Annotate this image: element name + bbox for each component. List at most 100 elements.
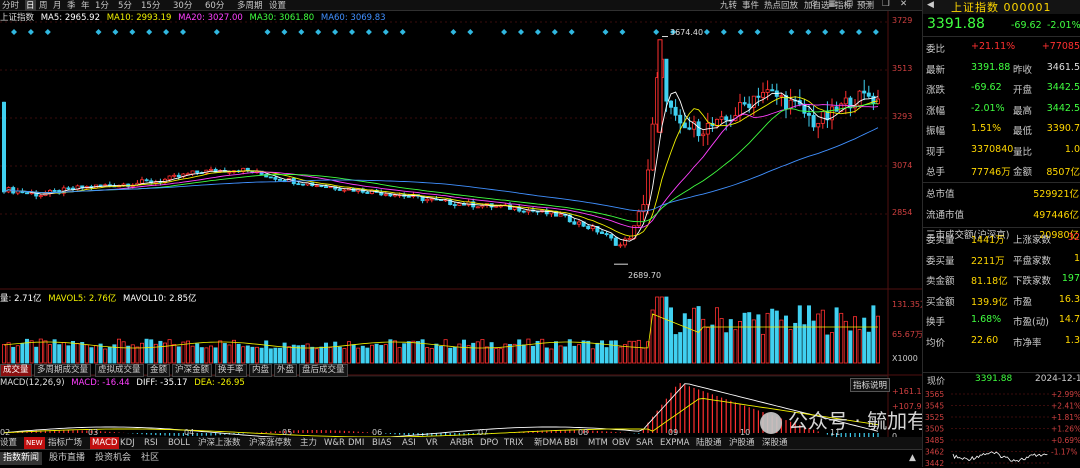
period-tab-5[interactable]: 年 xyxy=(81,0,90,11)
close-icon[interactable]: ✕ xyxy=(900,0,907,9)
volume-bar xyxy=(397,347,402,364)
period-tab-6[interactable]: 1分 xyxy=(95,0,109,11)
panel-nav-left-icon[interactable]: ◀ xyxy=(927,0,934,10)
quote-value: 1441万 xyxy=(971,235,1005,246)
volume-bar xyxy=(604,347,609,364)
macd-axis-161: +161.1 xyxy=(892,387,922,396)
indicator-tab-20[interactable]: MTM xyxy=(588,437,608,449)
volume-bar xyxy=(719,318,724,364)
bottom-tab-2[interactable]: 投资机会 xyxy=(92,452,134,465)
bottom-tab-1[interactable]: 股市直播 xyxy=(46,452,88,465)
volume-tabs: 成交量 多周期成交量 虚拟成交量 金额 沪深金额 换手率 内盘 外盘 盘后成交量 xyxy=(0,364,348,377)
volume-tab-5[interactable]: 换手率 xyxy=(215,364,247,377)
volume-bar xyxy=(360,345,365,364)
indicator-tab-25[interactable]: 沪股通 xyxy=(729,437,755,449)
grid-icon[interactable]: ▦ xyxy=(828,0,836,9)
period-tab-0[interactable]: 分时 xyxy=(2,0,19,11)
period-tab-9[interactable]: 30分 xyxy=(173,0,192,11)
layout-icon[interactable]: ⊡ xyxy=(846,0,853,9)
indicator-tab-12[interactable]: BIAS xyxy=(372,437,392,449)
indicator-tab-1[interactable]: NEW xyxy=(24,437,45,449)
volume-bar xyxy=(374,343,379,364)
indicator-tab-2[interactable]: 指标广场 xyxy=(48,437,82,449)
signal-diamond xyxy=(112,29,119,35)
quote-value-2: +77085 xyxy=(1041,41,1080,52)
toolbar-right-2[interactable]: 热点回放 xyxy=(764,0,798,11)
volume-bar xyxy=(554,341,559,364)
indicator-tab-17[interactable]: TRIX xyxy=(504,437,523,449)
quote-value: 3370840 xyxy=(971,143,1014,155)
indicator-tab-16[interactable]: DPO xyxy=(480,437,498,449)
indicator-tab-24[interactable]: 陆股通 xyxy=(696,437,722,449)
volume-bar xyxy=(544,347,549,364)
indicator-tab-11[interactable]: DMI xyxy=(348,437,364,449)
collapse-arrow-icon[interactable]: ▲ xyxy=(906,452,919,465)
period-tab-11[interactable]: 多周期 xyxy=(237,0,263,11)
mavol5-label: MAVOL5: 2.76亿 xyxy=(48,294,117,304)
volume-bar xyxy=(623,344,628,364)
bottom-tab-0[interactable]: 指数新闻 xyxy=(0,452,43,465)
indicator-tab-14[interactable]: VR xyxy=(426,437,438,449)
period-tab-1[interactable]: 日 xyxy=(25,0,36,11)
indicator-tab-15[interactable]: ARBR xyxy=(450,437,473,449)
indicator-tab-21[interactable]: OBV xyxy=(612,437,630,449)
period-tab-10[interactable]: 60分 xyxy=(205,0,224,11)
indicator-tab-8[interactable]: 沪深涨停数 xyxy=(249,437,292,449)
volume-bar xyxy=(494,348,499,364)
volume-tab-4[interactable]: 沪深金额 xyxy=(172,364,213,377)
volume-bar xyxy=(379,345,384,364)
volume-tab-6[interactable]: 内盘 xyxy=(249,364,273,377)
quote-label-2: 最高 xyxy=(1013,105,1033,117)
bottom-tab-3[interactable]: 社区 xyxy=(138,452,162,465)
volume-bar xyxy=(388,339,393,364)
toolbar-right-1[interactable]: 事件 xyxy=(742,0,759,11)
period-tab-4[interactable]: 季 xyxy=(67,0,76,11)
indicator-tab-4[interactable]: KDJ xyxy=(120,437,135,449)
mini-intraday-chart[interactable]: 3565 3545 3525 3505 3485 3462 3442 +2.99% +2.41%… xyxy=(923,388,1080,467)
indicator-tab-5[interactable]: RSI xyxy=(144,437,158,449)
indicator-tab-22[interactable]: SAR xyxy=(636,437,653,449)
indicator-tab-19[interactable]: BBI xyxy=(564,437,578,449)
volume-tab-8[interactable]: 盘后成交量 xyxy=(299,364,348,377)
volume-bar xyxy=(581,340,586,364)
indicator-tab-18[interactable]: 新DMA xyxy=(534,437,562,449)
volume-bar xyxy=(411,340,416,364)
volume-bar xyxy=(296,345,301,364)
indicator-tab-7[interactable]: 沪深上涨数 xyxy=(198,437,241,449)
mini-price-line xyxy=(952,451,1048,463)
indicator-tab-26[interactable]: 深股通 xyxy=(762,437,788,449)
indicator-tab-13[interactable]: ASI xyxy=(402,437,416,449)
ma30-label: MA30: 3061.80 xyxy=(249,13,315,23)
indicator-help-button[interactable]: 指标说明 xyxy=(850,378,891,392)
signal-diamond xyxy=(501,29,508,35)
period-tab-12[interactable]: 设置 xyxy=(269,0,286,11)
signal-diamond xyxy=(839,29,846,35)
watermark: 公众号 · 毓加有为 xyxy=(760,405,947,434)
candle xyxy=(646,169,651,205)
period-tab-3[interactable]: 月 xyxy=(53,0,62,11)
volume-tab-3[interactable]: 金额 xyxy=(147,364,171,377)
period-tab-8[interactable]: 15分 xyxy=(141,0,160,11)
quote-value-2: 8507亿 xyxy=(1046,167,1080,178)
candle xyxy=(696,121,701,137)
indicator-tab-0[interactable]: 设置 xyxy=(0,437,17,449)
indicator-tab-6[interactable]: BOLL xyxy=(168,437,190,449)
bottom-tabs: 指数新闻 股市直播 投资机会 社区 ▲ xyxy=(0,449,922,468)
candle xyxy=(273,177,278,180)
indicator-tab-23[interactable]: EXPMA xyxy=(660,437,689,449)
volume-tab-0[interactable]: 成交量 xyxy=(0,364,32,377)
volume-tab-1[interactable]: 多周期成交量 xyxy=(34,364,92,377)
indicator-tab-9[interactable]: 主力 xyxy=(300,437,317,449)
period-tab-7[interactable]: 5分 xyxy=(118,0,132,11)
volume-bar xyxy=(659,296,664,364)
restore-icon[interactable]: ❐ xyxy=(882,0,890,9)
minimize-icon[interactable]: — xyxy=(864,0,873,9)
settings-icon[interactable]: ⊙ xyxy=(810,0,817,9)
quote-value-2: 16.3 xyxy=(1058,293,1080,305)
volume-tab-2[interactable]: 虚拟成交量 xyxy=(95,364,144,377)
period-tab-2[interactable]: 周 xyxy=(39,0,48,11)
volume-tab-7[interactable]: 外盘 xyxy=(274,364,298,377)
indicator-tab-3[interactable]: MACD xyxy=(90,437,120,449)
indicator-tab-10[interactable]: W&R xyxy=(324,437,345,449)
toolbar-right-0[interactable]: 九转 xyxy=(720,0,737,11)
